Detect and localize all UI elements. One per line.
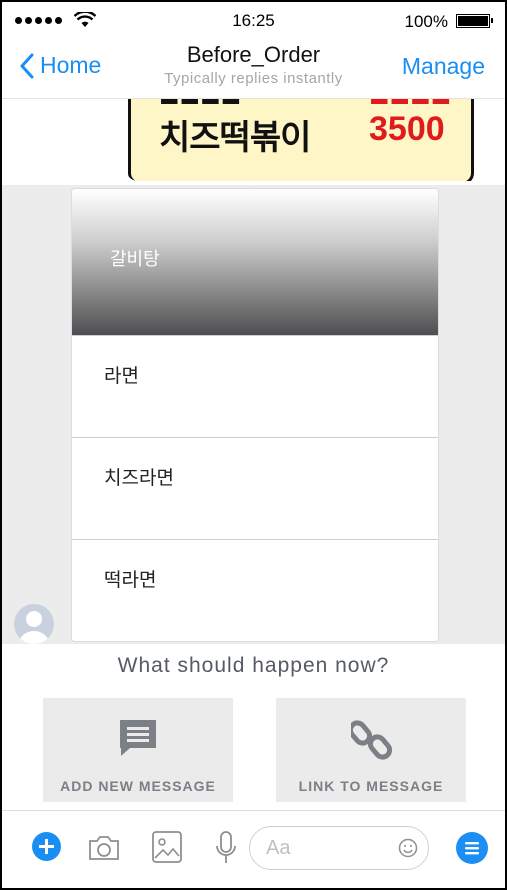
phone-frame: 16:25 100% Home Before_Order Typically r… [0,0,507,890]
card-item[interactable]: 떡라면 [72,540,438,641]
card-item[interactable]: 라면 [72,336,438,438]
card-item-label: 떡라면 [104,570,157,591]
composer-bar: Aa [2,810,505,888]
microphone-icon[interactable] [215,830,237,866]
prompt-text: What should happen now? [117,654,390,677]
message-placeholder: Aa [266,837,291,859]
user-icon [19,611,49,644]
quick-reply-card: 갈비탕 라면 치즈라면 떡라면 [71,188,439,642]
add-new-message-label: ADD NEW MESSAGE [60,778,216,794]
card-item[interactable]: 치즈라면 [72,438,438,540]
manage-button[interactable]: Manage [402,53,485,80]
battery-icon [456,14,493,28]
menu-button[interactable] [456,832,488,864]
message-input[interactable]: Aa [249,826,429,870]
hamburger-icon [465,842,479,855]
link-to-message-label: LINK TO MESSAGE [298,778,444,794]
message-icon [120,720,156,756]
card-header-label: 갈비탕 [110,249,160,269]
menu-image: ■■■■ ■■■■ 치즈떡볶이 3500 [128,99,474,181]
menu-item-price: 3500 [369,110,445,148]
image-icon[interactable] [151,830,183,864]
add-new-message-button[interactable]: ADD NEW MESSAGE [43,698,233,802]
emoji-icon[interactable] [398,838,418,858]
image-message[interactable]: ■■■■ ■■■■ 치즈떡볶이 3500 [126,99,496,181]
plus-button[interactable] [32,832,61,861]
nav-bar: Home Before_Order Typically replies inst… [2,38,505,99]
card-item-label: 치즈라면 [104,468,174,489]
plus-icon [39,839,54,854]
chat-area[interactable]: ■■■■ ■■■■ 치즈떡볶이 3500 갈비탕 라면 치즈라면 떡라면 [2,99,505,644]
card-item-label: 라면 [104,366,139,387]
status-bar: 16:25 100% [2,2,505,38]
menu-item-name: 치즈떡볶이 [159,119,311,157]
card-header[interactable]: 갈비탕 [72,189,438,336]
avatar [14,604,54,644]
link-icon [351,720,393,760]
battery-percent: 100% [404,12,448,31]
camera-icon[interactable] [88,835,120,861]
link-to-message-button[interactable]: LINK TO MESSAGE [276,698,466,802]
